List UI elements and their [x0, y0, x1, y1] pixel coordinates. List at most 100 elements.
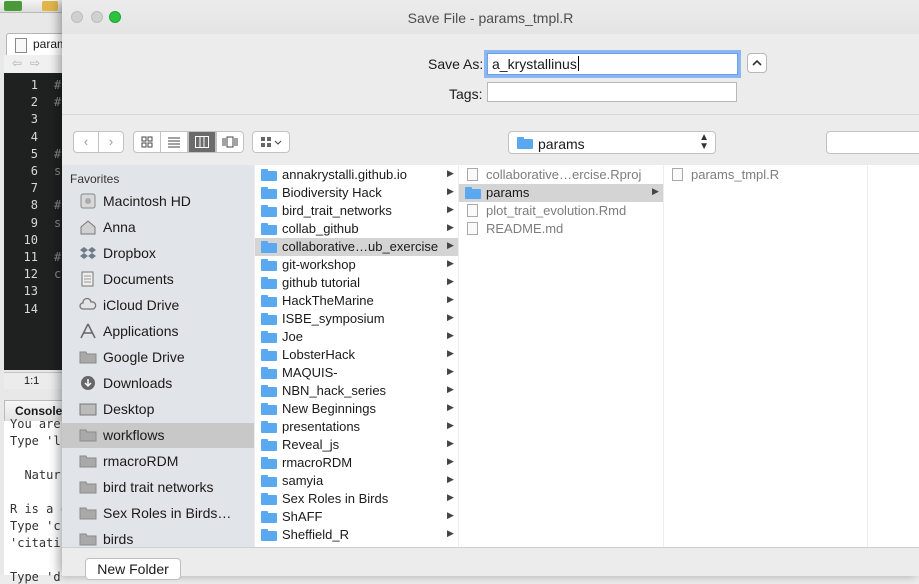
back-arrow-icon[interactable]: ⇦ — [12, 56, 22, 70]
arrange-button[interactable] — [252, 131, 290, 153]
folder-row[interactable]: Reveal_js ▶ — [255, 436, 458, 454]
list-view-button[interactable] — [160, 131, 188, 153]
folder-row[interactable]: samyia ▶ — [255, 472, 458, 490]
file-row[interactable]: plot_trait_evolution.Rmd — [459, 202, 663, 220]
save-file-dialog: Save File - params_tmpl.R Save As: a_kry… — [62, 0, 919, 580]
forward-arrow-icon[interactable]: ⇨ — [30, 56, 40, 70]
folder-row[interactable]: params ▶ — [459, 184, 663, 202]
folder-icon — [79, 349, 97, 365]
open-file-icon[interactable] — [42, 1, 58, 11]
folder-row[interactable]: collaborative…ub_exercise ▶ — [255, 238, 458, 256]
folder-row[interactable]: MAQUIS- ▶ — [255, 364, 458, 382]
console-line: Type 'l — [10, 434, 61, 448]
folder-row[interactable]: HackTheMarine ▶ — [255, 292, 458, 310]
icon-view-button[interactable] — [133, 131, 161, 153]
folder-row[interactable]: rmacroRDM ▶ — [255, 454, 458, 472]
folder-row[interactable]: Sex Roles in Birds ▶ — [255, 490, 458, 508]
folder-icon — [261, 493, 277, 505]
folder-row[interactable]: ISBE_symposium ▶ — [255, 310, 458, 328]
code-line: # — [54, 95, 62, 110]
sidebar-item-label: bird trait networks — [103, 479, 214, 495]
console-line: Type 'd — [10, 570, 61, 584]
console-line: 'citati — [10, 536, 61, 550]
sidebar-item[interactable]: Google Drive — [62, 345, 254, 370]
forward-button[interactable]: › — [98, 131, 124, 153]
new-folder-button[interactable]: New Folder — [85, 558, 181, 580]
sidebar-item[interactable]: iCloud Drive — [62, 293, 254, 318]
folder-row[interactable]: bird_trait_networks ▶ — [255, 202, 458, 220]
folder-icon — [79, 453, 97, 469]
editor-tab[interactable]: param — [6, 33, 67, 56]
sidebar-item[interactable]: Anna — [62, 215, 254, 240]
sidebar-item[interactable]: Downloads — [62, 371, 254, 396]
icon-view-icon — [141, 136, 153, 148]
divider — [62, 114, 919, 115]
list-view-icon — [168, 137, 180, 148]
sidebar-item[interactable]: Documents — [62, 267, 254, 292]
sidebar-item-label: birds — [103, 531, 134, 547]
disclosure-triangle-icon: ▶ — [447, 474, 454, 484]
file-icon — [465, 204, 481, 217]
folder-row[interactable]: Biodiversity Hack ▶ — [255, 184, 458, 202]
folder-icon — [261, 295, 277, 307]
console-output[interactable]: You are Type 'l Natur R is a c Type 'c 'cita… — [4, 417, 68, 584]
folder-row[interactable]: Sheffield_R ▶ — [255, 526, 458, 544]
chevron-up-icon[interactable] — [747, 53, 767, 73]
folder-row[interactable]: LobsterHack ▶ — [255, 346, 458, 364]
folder-icon — [261, 223, 277, 235]
updown-chevron-icon: ▲ ▼ — [699, 132, 709, 152]
desktop-icon — [79, 401, 97, 417]
folder-icon — [261, 169, 277, 181]
line-number: 14 — [23, 301, 38, 316]
line-number: 2 — [30, 95, 38, 110]
folder-row[interactable]: presentations ▶ — [255, 418, 458, 436]
disclosure-triangle-icon: ▶ — [447, 456, 454, 466]
sidebar-item[interactable]: Dropbox — [62, 241, 254, 266]
folder-icon — [517, 137, 533, 149]
sidebar-item[interactable]: rmacroRDM — [62, 449, 254, 474]
line-number: 10 — [23, 232, 38, 247]
code-line: # — [54, 250, 62, 264]
folder-icon — [79, 479, 97, 495]
location-label: params — [538, 136, 585, 152]
new-file-icon[interactable] — [4, 1, 22, 11]
file-row[interactable]: README.md — [459, 220, 663, 238]
back-button[interactable]: ‹ — [73, 131, 99, 153]
cover-flow-button[interactable] — [216, 131, 244, 153]
sidebar-item[interactable]: bird trait networks — [62, 475, 254, 500]
file-row[interactable]: params_tmpl.R — [664, 166, 867, 184]
save-as-input[interactable]: a_krystallinus — [487, 53, 738, 75]
tags-input[interactable] — [487, 82, 737, 102]
column-view-button[interactable] — [188, 131, 216, 153]
folder-row[interactable]: annakrystalli.github.io ▶ — [255, 166, 458, 184]
sidebar-item[interactable]: Desktop — [62, 397, 254, 422]
folder-row[interactable]: New Beginnings ▶ — [255, 400, 458, 418]
folder-icon — [261, 475, 277, 487]
location-popup[interactable]: params ▲ ▼ — [508, 131, 716, 154]
folder-icon — [261, 529, 277, 541]
file-icon — [670, 168, 686, 181]
sidebar-item[interactable]: workflows — [62, 423, 254, 448]
folder-row[interactable]: git-workshop ▶ — [255, 256, 458, 274]
sidebar-item[interactable]: Macintosh HD — [62, 189, 254, 214]
folder-row[interactable]: ShAFF ▶ — [255, 508, 458, 526]
sidebar-item[interactable]: Sex Roles in Birds… — [62, 501, 254, 526]
folder-row[interactable]: NBN_hack_series ▶ — [255, 382, 458, 400]
sidebar-item[interactable]: birds — [62, 527, 254, 547]
file-icon — [465, 222, 481, 235]
folder-row[interactable]: Joe ▶ — [255, 328, 458, 346]
folder-row[interactable]: github tutorial ▶ — [255, 274, 458, 292]
folder-row[interactable]: collab_github ▶ — [255, 220, 458, 238]
code-editor[interactable]: 1 #2 #3 4 5 #6 s 7 8 #9 s 10 11 #12 c 13 14 — [4, 73, 62, 370]
search-field[interactable] — [826, 131, 919, 154]
code-line: s — [54, 215, 62, 230]
sidebar-item[interactable]: Applications — [62, 319, 254, 344]
item-name: rmacroRDM — [282, 455, 353, 470]
item-name: collab_github — [282, 221, 359, 236]
file-row[interactable]: collaborative…ercise.Rproj — [459, 166, 663, 184]
chevron-left-icon: ‹ — [83, 134, 89, 149]
disclosure-triangle-icon: ▶ — [447, 402, 454, 412]
item-name: annakrystalli.github.io — [282, 167, 408, 182]
sidebar-item-label: Dropbox — [103, 245, 156, 261]
line-number: 9 — [30, 215, 38, 230]
